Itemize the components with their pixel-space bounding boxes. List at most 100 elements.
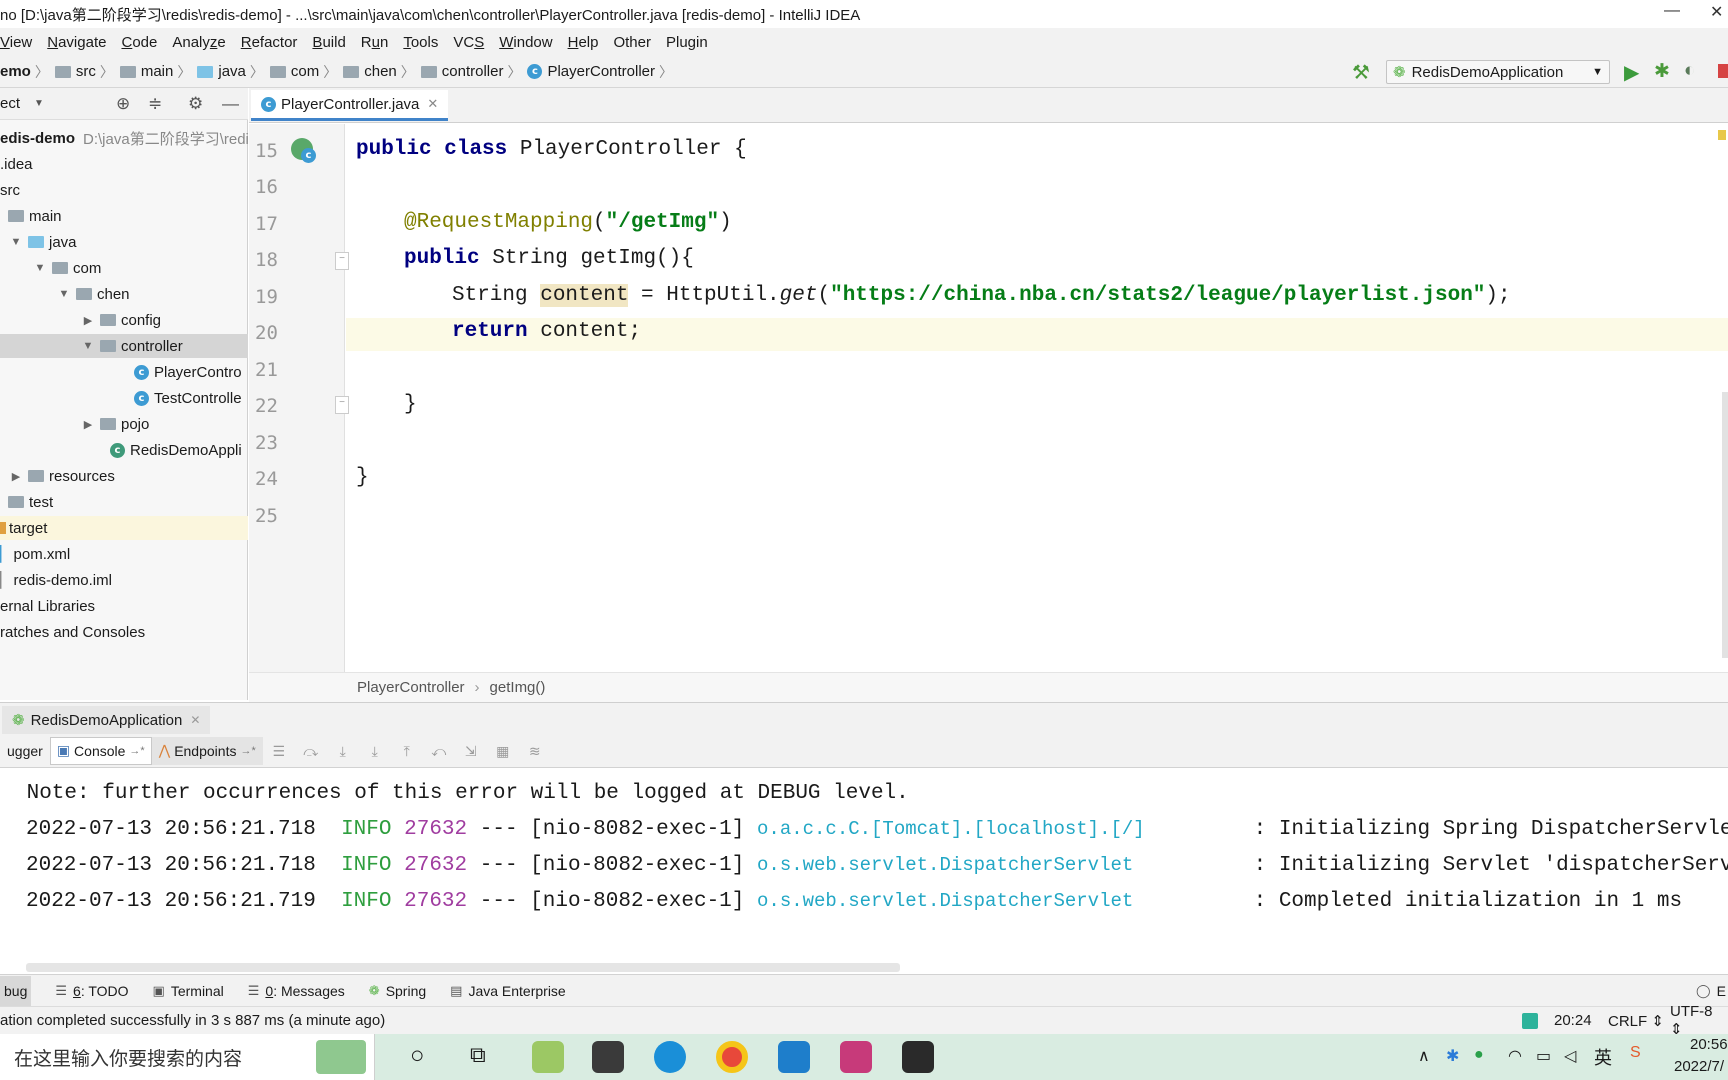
edge-app-icon[interactable] <box>654 1041 686 1073</box>
warning-marker[interactable] <box>1718 130 1726 140</box>
drop-frame-icon[interactable]: ⤺ <box>429 743 449 759</box>
debug-icon[interactable]: ✱ <box>1654 60 1670 83</box>
toolwindow-todo[interactable]: ☰ 6: TODO <box>55 983 128 999</box>
sublime-app-icon[interactable] <box>592 1041 624 1073</box>
tree-item-chen[interactable]: ▼ chen <box>56 282 130 306</box>
notepad-app-icon[interactable] <box>532 1041 564 1073</box>
menu-build[interactable]: Build <box>312 34 345 51</box>
toolwindow-java-enterprise[interactable]: ▤ Java Enterprise <box>450 983 566 999</box>
tab-debugger[interactable]: ugger <box>0 737 50 765</box>
ime-indicator[interactable]: 英 <box>1594 1044 1612 1070</box>
tree-item-testcontroller[interactable]: c TestControlle <box>134 386 242 410</box>
tree-item-resources[interactable]: ▶ resources <box>8 464 115 488</box>
chevron-down-icon[interactable]: ▼ <box>34 98 44 109</box>
step-into-icon[interactable]: ⤓ <box>333 743 353 759</box>
crumb-src[interactable]: src 〉 <box>54 62 114 82</box>
tree-item-scratches[interactable]: ratches and Consoles <box>0 620 145 644</box>
menu-other[interactable]: Other <box>613 34 651 51</box>
bilibili-app-icon[interactable] <box>902 1041 934 1073</box>
menu-plugin[interactable]: Plugin <box>666 34 708 51</box>
collapse-all-icon[interactable]: ≑ <box>148 94 162 114</box>
tree-item-com[interactable]: ▼ com <box>32 256 102 280</box>
crumb-com[interactable]: com 〉 <box>269 62 337 82</box>
gear-icon[interactable]: ⚙ <box>188 94 203 114</box>
tree-item-pojo[interactable]: ▶ pojo <box>80 412 150 436</box>
task-view-icon[interactable]: ⧉ <box>470 1042 486 1068</box>
step-out-icon[interactable]: ⤒ <box>397 743 417 759</box>
menu-window[interactable]: Window <box>499 34 552 51</box>
menu-analyze[interactable]: Analyze <box>172 34 225 51</box>
sogou-icon[interactable]: S <box>1630 1044 1641 1062</box>
code-editor[interactable]: public class PlayerController { @Request… <box>346 124 1728 672</box>
tree-item-redisdemoapp[interactable]: c RedisDemoAppli <box>110 438 242 462</box>
tree-item-iml[interactable]: ▏ redis-demo.iml <box>0 568 112 592</box>
status-message[interactable]: ation completed successfully in 3 s 887 … <box>0 1012 385 1029</box>
toolwindow-spring[interactable]: ❁ Spring <box>369 983 426 999</box>
console-output[interactable]: Note: further occurrences of this error … <box>0 768 1728 974</box>
breadcrumb-method[interactable]: getImg() <box>490 679 546 696</box>
tree-item-idea[interactable]: .idea <box>0 152 33 176</box>
toolwindow-messages[interactable]: ☰ 0: Messages <box>248 983 345 999</box>
toolwindow-debug[interactable]: bug <box>0 975 32 1006</box>
tree-item-main[interactable]: main <box>8 204 62 228</box>
tree-root[interactable]: edis-demo D:\java第二阶段学习\redis <box>0 126 256 150</box>
evaluate-icon[interactable]: ▦ <box>493 743 513 759</box>
menu-icon[interactable]: ☰ <box>269 743 289 759</box>
crumb-main[interactable]: main 〉 <box>119 62 191 82</box>
tree-item-test[interactable]: test <box>8 490 53 514</box>
console-horizontal-scrollbar[interactable] <box>26 963 900 972</box>
menu-code[interactable]: Code <box>121 34 157 51</box>
close-tab-icon[interactable]: ✕ <box>427 96 438 112</box>
menu-tools[interactable]: Tools <box>403 34 438 51</box>
run-to-cursor-icon[interactable]: ⇲ <box>461 743 481 759</box>
wechat-icon[interactable]: ● <box>1474 1046 1484 1064</box>
menu-run[interactable]: Run <box>361 34 389 51</box>
stop-icon[interactable] <box>1718 64 1728 78</box>
run-configuration-select[interactable]: ❁ RedisDemoApplication ▼ <box>1386 60 1610 84</box>
menu-help[interactable]: Help <box>568 34 599 51</box>
tree-item-config[interactable]: ▶ config <box>80 308 161 332</box>
menu-view[interactable]: View <box>0 34 32 51</box>
editor-scrollbar[interactable] <box>1722 392 1728 658</box>
tree-item-external-libraries[interactable]: ernal Libraries <box>0 594 95 618</box>
tree-item-playercontroller[interactable]: c PlayerContro <box>134 360 242 384</box>
force-step-into-icon[interactable]: ⤓ <box>365 743 385 759</box>
clock-time[interactable]: 20:56 <box>1690 1036 1728 1053</box>
tab-console[interactable]: ▣ Console →* <box>49 736 152 765</box>
taskbar-search-input[interactable]: 在这里输入你要搜索的内容 <box>0 1034 375 1080</box>
tab-endpoints[interactable]: ⋀ Endpoints →* <box>151 736 263 765</box>
project-view-select[interactable]: ect <box>0 95 20 112</box>
volume-icon[interactable]: ◁ <box>1564 1046 1576 1066</box>
coverage-icon[interactable]: ◐ <box>1684 60 1695 82</box>
chrome-app-icon[interactable] <box>716 1041 748 1073</box>
crumb-project[interactable]: emo 〉 <box>0 62 49 82</box>
trace-icon[interactable]: ≋ <box>525 743 545 759</box>
battery-icon[interactable]: ▭ <box>1536 1046 1551 1066</box>
run-icon[interactable]: ▶ <box>1624 60 1639 85</box>
editor-tab-playercontroller[interactable]: c PlayerController.java ✕ <box>251 90 449 121</box>
menu-refactor[interactable]: Refactor <box>241 34 298 51</box>
clock-date[interactable]: 2022/7/ <box>1674 1058 1724 1075</box>
tree-item-target[interactable]: target <box>0 516 47 540</box>
toolwindow-event-log[interactable]: ◯ E <box>1696 983 1726 999</box>
build-hammer-icon[interactable]: ⚒ <box>1352 60 1370 85</box>
tree-item-controller[interactable]: ▼ controller <box>80 334 183 358</box>
tray-app-icon[interactable]: ✱ <box>1446 1046 1459 1066</box>
tree-item-pom[interactable]: ▏ pom.xml <box>0 542 70 566</box>
step-over-icon[interactable]: ⤼ <box>301 743 321 759</box>
menu-vcs[interactable]: VCS <box>453 34 484 51</box>
wifi-icon[interactable]: ◠ <box>1508 1046 1522 1066</box>
file-encoding[interactable]: UTF-8 ⇕ <box>1670 1003 1728 1038</box>
close-tab-icon[interactable]: ✕ <box>190 713 200 727</box>
minimize-button[interactable]: — <box>1664 2 1680 20</box>
tree-item-src[interactable]: src <box>0 178 20 202</box>
vscode-app-icon[interactable] <box>778 1041 810 1073</box>
locate-icon[interactable]: ⊕ <box>116 94 130 114</box>
close-button[interactable]: ✕ <box>1710 2 1723 22</box>
run-tab-redisdemoapplication[interactable]: ❁ RedisDemoApplication ✕ <box>2 706 211 734</box>
crumb-controller[interactable]: controller 〉 <box>420 62 521 82</box>
cortana-icon[interactable]: ○ <box>410 1042 425 1070</box>
caret-position[interactable]: 20:24 <box>1554 1012 1592 1029</box>
crumb-chen[interactable]: chen 〉 <box>343 62 415 82</box>
crumb-class[interactable]: c PlayerController 〉 <box>527 62 673 82</box>
